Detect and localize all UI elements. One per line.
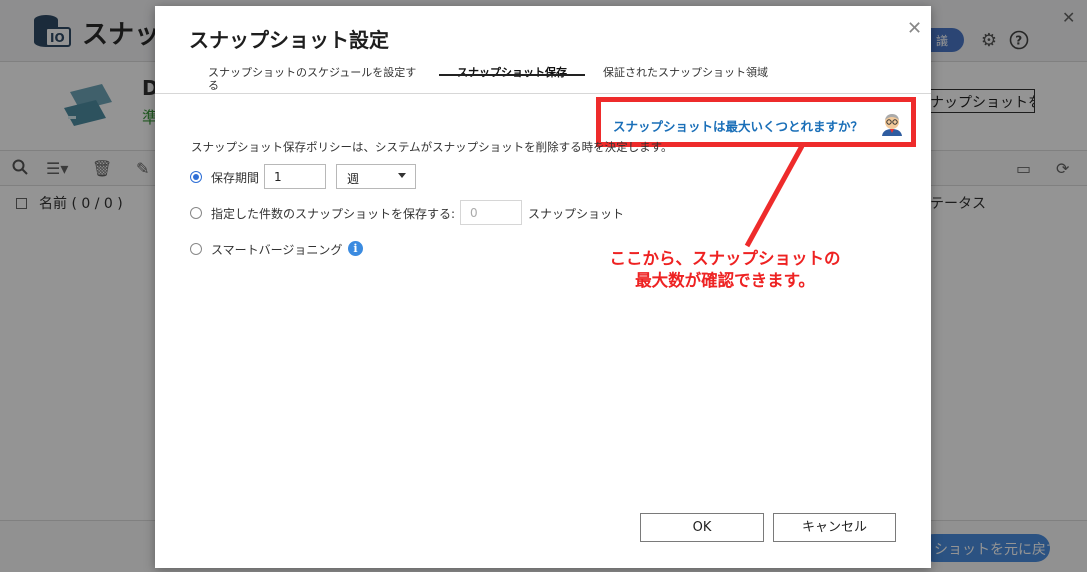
dialog-title: スナップショット設定	[189, 28, 389, 52]
tab-schedule[interactable]: スナップショットのスケジュールを設定する	[208, 66, 426, 92]
snapshot-count-input[interactable]: 0	[460, 200, 522, 225]
assistant-avatar-icon[interactable]	[879, 112, 905, 136]
ok-button[interactable]: OK	[640, 513, 764, 542]
retention-period-input[interactable]: 1	[264, 164, 326, 189]
close-icon[interactable]: ✕	[907, 18, 922, 39]
smart-versioning-radio[interactable]	[190, 243, 202, 255]
tab-bar: スナップショットのスケジュールを設定する スナップショット保存 保証されたスナッ…	[155, 64, 931, 94]
smart-versioning-label: スマートバージョニング	[211, 243, 343, 257]
annotation-line-2: 最大数が確認できます。	[635, 271, 815, 290]
max-snapshots-help-link[interactable]: スナップショットは最大いくつとれますか？	[613, 116, 863, 135]
annotation-line-1: ここから、スナップショットの	[609, 249, 841, 268]
tab-guaranteed-space[interactable]: 保証されたスナップショット領域	[603, 66, 768, 79]
retention-policy-description: スナップショット保存ポリシーは、システムがスナップショットを削除する時を決定しま…	[191, 140, 673, 154]
retention-period-radio[interactable]	[190, 171, 202, 183]
snapshot-count-radio[interactable]	[190, 207, 202, 219]
active-tab-indicator	[439, 74, 585, 76]
retention-period-label: 保存期間	[211, 171, 260, 185]
snapshot-count-suffix: スナップショット	[528, 207, 625, 221]
snapshot-count-label: 指定した件数のスナップショットを保存する:	[211, 207, 456, 221]
tab-snapshot-retention[interactable]: スナップショット保存	[457, 66, 567, 79]
annotation-text: ここから、スナップショットの 最大数が確認できます。	[580, 248, 870, 292]
cancel-button[interactable]: キャンセル	[773, 513, 896, 542]
info-icon[interactable]: i	[348, 241, 363, 256]
chevron-down-icon	[398, 173, 406, 178]
